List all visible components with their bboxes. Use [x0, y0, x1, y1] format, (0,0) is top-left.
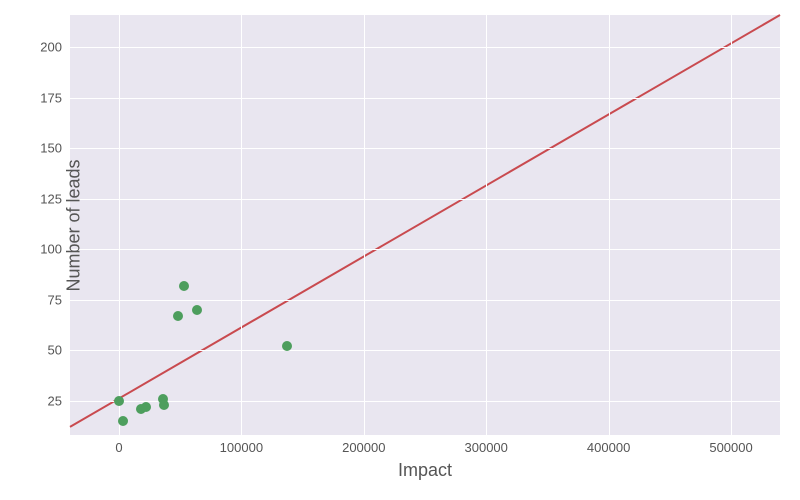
data-point	[192, 305, 202, 315]
data-point	[282, 341, 292, 351]
grid-line-h	[70, 98, 780, 99]
x-tick-label: 500000	[709, 440, 752, 455]
x-tick-label: 400000	[587, 440, 630, 455]
y-tick-label: 150	[40, 141, 62, 156]
grid-line-h	[70, 47, 780, 48]
plot-area	[70, 15, 780, 435]
data-point	[179, 281, 189, 291]
x-tick-label: 0	[115, 440, 122, 455]
grid-line-h	[70, 401, 780, 402]
x-tick-label: 200000	[342, 440, 385, 455]
y-tick-label: 75	[48, 292, 62, 307]
grid-line-h	[70, 350, 780, 351]
y-tick-label: 125	[40, 191, 62, 206]
grid-line-h	[70, 199, 780, 200]
x-axis-label: Impact	[70, 460, 780, 481]
y-tick-label: 175	[40, 90, 62, 105]
regression-line	[70, 15, 780, 435]
y-tick-label: 25	[48, 393, 62, 408]
y-tick-label: 200	[40, 40, 62, 55]
grid-line-v	[731, 15, 732, 435]
y-tick-label: 100	[40, 242, 62, 257]
chart-figure: Impact Number of leads 0 100000 200000 3000…	[0, 0, 800, 500]
grid-line-h	[70, 148, 780, 149]
x-tick-label: 300000	[465, 440, 508, 455]
x-tick-label: 100000	[220, 440, 263, 455]
grid-line-v	[609, 15, 610, 435]
data-point	[141, 402, 151, 412]
y-axis-label: Number of leads	[8, 15, 140, 435]
grid-line-v	[486, 15, 487, 435]
grid-line-v	[364, 15, 365, 435]
grid-line-v	[241, 15, 242, 435]
grid-line-h	[70, 300, 780, 301]
y-tick-label: 50	[48, 343, 62, 358]
data-point	[159, 400, 169, 410]
grid-line-h	[70, 249, 780, 250]
data-point	[173, 311, 183, 321]
